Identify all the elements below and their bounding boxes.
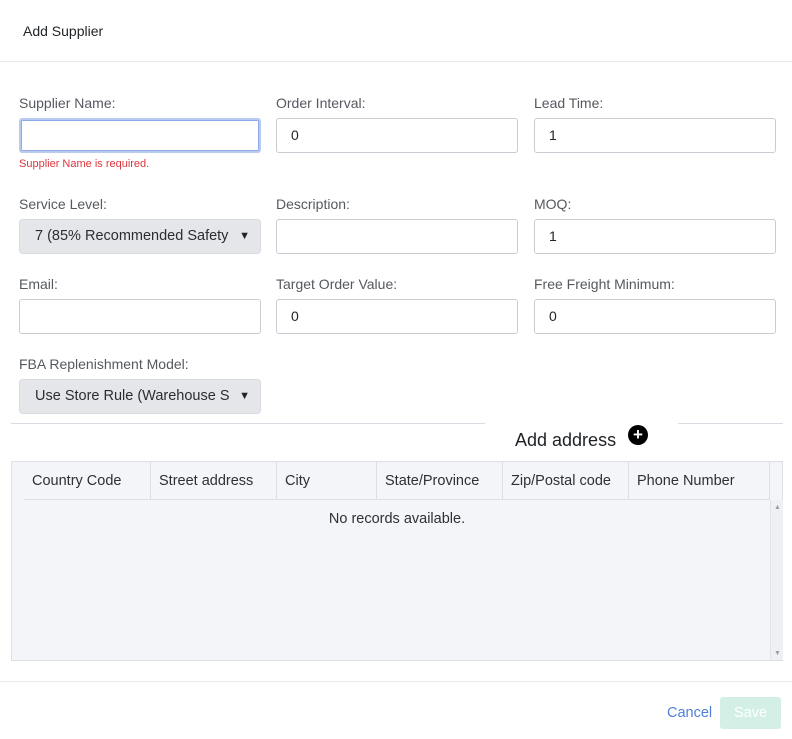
target-order-value-group: Target Order Value: 0 <box>276 275 518 334</box>
order-interval-label: Order Interval: <box>276 95 366 111</box>
column-header[interactable]: Country Code <box>24 462 151 500</box>
email-group: Email: <box>19 275 261 334</box>
moq-label: MOQ: <box>534 196 572 212</box>
target-order-value-input[interactable]: 0 <box>276 299 518 334</box>
free-freight-minimum-group: Free Freight Minimum: 0 <box>534 275 776 334</box>
caret-down-icon: ▼ <box>239 390 250 402</box>
service-level-group: Service Level: 7 (85% Recommended Safety… <box>19 195 261 254</box>
email-label: Email: <box>19 276 58 292</box>
service-level-select[interactable]: 7 (85% Recommended Safety ▼ <box>19 219 261 254</box>
supplier-name-input[interactable] <box>19 118 261 153</box>
description-group: Description: <box>276 195 518 254</box>
service-level-value: 7 (85% Recommended Safety <box>35 228 229 244</box>
lead-time-input[interactable]: 1 <box>534 118 776 153</box>
order-interval-input[interactable]: 0 <box>276 118 518 153</box>
fba-model-label: FBA Replenishment Model: <box>19 356 189 372</box>
scroll-down-icon[interactable]: ▼ <box>774 650 781 657</box>
email-input[interactable] <box>19 299 261 334</box>
dialog-title: Add Supplier <box>23 23 104 39</box>
supplier-name-label: Supplier Name: <box>19 95 116 111</box>
service-level-label: Service Level: <box>19 196 107 212</box>
supplier-name-error: Supplier Name is required. <box>19 158 150 170</box>
description-label: Description: <box>276 196 350 212</box>
column-header[interactable]: City <box>277 462 377 500</box>
cancel-button[interactable]: Cancel <box>667 705 712 721</box>
fba-model-group: FBA Replenishment Model: Use Store Rule … <box>19 355 261 414</box>
supplier-name-group: Supplier Name: Supplier Name is required… <box>19 94 261 170</box>
fba-model-select[interactable]: Use Store Rule (Warehouse S ▼ <box>19 379 261 414</box>
footer-divider <box>0 681 792 682</box>
section-divider <box>678 423 783 424</box>
address-grid: Country Code Street address City State/P… <box>11 461 783 661</box>
order-interval-group: Order Interval: 0 <box>276 94 518 153</box>
column-header[interactable]: Phone Number <box>629 462 770 500</box>
fba-model-value: Use Store Rule (Warehouse S <box>35 388 230 404</box>
plus-circle-icon[interactable]: + <box>628 425 648 445</box>
moq-group: MOQ: 1 <box>534 195 776 254</box>
column-header[interactable]: State/Province <box>377 462 503 500</box>
dialog-header: Add Supplier <box>0 0 792 62</box>
grid-body: No records available. <box>24 500 770 660</box>
description-input[interactable] <box>276 219 518 254</box>
lead-time-label: Lead Time: <box>534 95 604 111</box>
lead-time-group: Lead Time: 1 <box>534 94 776 153</box>
vertical-scrollbar[interactable]: ▲ ▼ <box>770 500 783 660</box>
save-button[interactable]: Save <box>720 697 781 729</box>
column-header[interactable]: Zip/Postal code <box>503 462 629 500</box>
add-address-title: Add address <box>515 430 617 450</box>
grid-header: Country Code Street address City State/P… <box>24 462 770 500</box>
moq-input[interactable]: 1 <box>534 219 776 254</box>
target-order-value-label: Target Order Value: <box>276 276 398 292</box>
free-freight-minimum-label: Free Freight Minimum: <box>534 276 675 292</box>
column-header[interactable]: Street address <box>151 462 277 500</box>
free-freight-minimum-input[interactable]: 0 <box>534 299 776 334</box>
caret-down-icon: ▼ <box>239 230 250 242</box>
scroll-up-icon[interactable]: ▲ <box>774 504 781 511</box>
empty-message: No records available. <box>328 511 466 527</box>
section-divider <box>11 423 485 424</box>
